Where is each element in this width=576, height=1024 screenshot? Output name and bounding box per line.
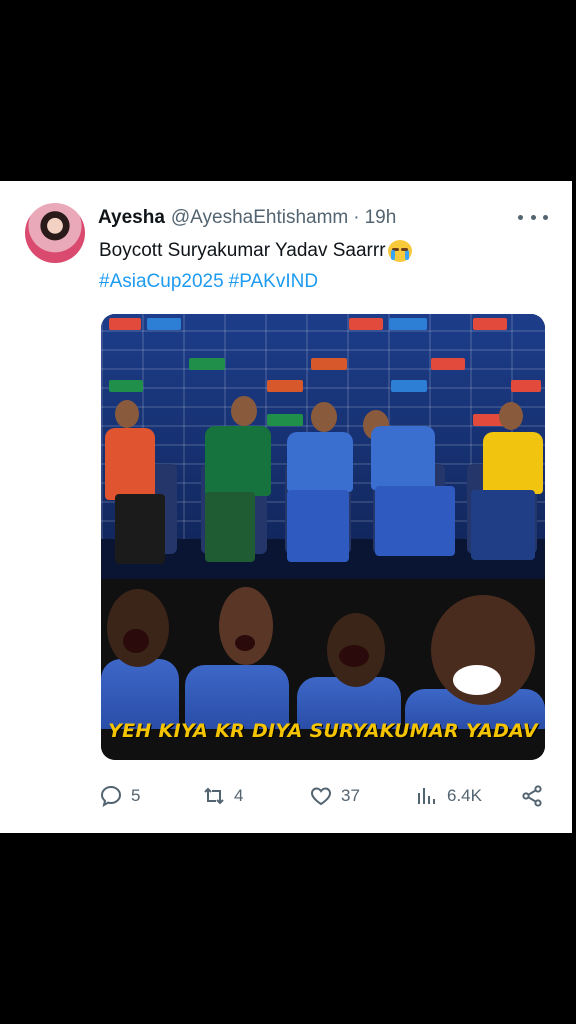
views-icon	[418, 788, 435, 804]
more-options-button[interactable]	[518, 209, 548, 225]
reply-button[interactable]: 5	[99, 781, 140, 811]
repost-icon	[204, 787, 224, 805]
view-count: 6.4K	[447, 786, 482, 805]
heart-icon	[311, 787, 331, 806]
tweet-header: Ayesha @AyeshaEhtishamm · 19h	[98, 207, 396, 231]
like-button[interactable]: 37	[309, 781, 360, 811]
crying-face-emoji	[387, 240, 412, 262]
tweet-card[interactable]: Ayesha @AyeshaEhtishamm · 19h Boycott Su…	[0, 181, 572, 833]
tweet-actions: 5 4 37 6.4K	[0, 781, 572, 811]
separator: ·	[353, 207, 360, 228]
meme-caption: YEH KIYA KR DIYA SURYAKUMAR YADAV	[108, 720, 538, 742]
more-horizontal-icon	[518, 214, 523, 220]
views-button[interactable]: 6.4K	[415, 781, 482, 811]
like-count: 37	[341, 786, 360, 805]
hashtag-asiacup2025[interactable]: #AsiaCup2025	[99, 271, 224, 292]
tweet-text-line: Boycott Suryakumar Yadav Saarrr	[99, 240, 412, 262]
timestamp[interactable]: 19h	[365, 207, 397, 229]
author-handle[interactable]: @AyeshaEhtishamm	[171, 207, 348, 229]
press-conference-photo	[101, 314, 545, 579]
reply-count: 5	[131, 786, 141, 805]
hashtags: #AsiaCup2025 #PAKvIND	[99, 271, 318, 293]
share-button[interactable]	[520, 781, 544, 811]
repost-button[interactable]: 4	[202, 781, 243, 811]
repost-count: 4	[234, 786, 244, 805]
reply-icon	[100, 785, 122, 808]
avatar[interactable]	[25, 203, 85, 263]
author-name[interactable]: Ayesha	[98, 207, 165, 229]
share-icon	[522, 785, 542, 807]
tweet-media-image[interactable]: YEH KIYA KR DIYA SURYAKUMAR YADAV	[101, 314, 545, 760]
hashtag-pakvind[interactable]: #PAKvIND	[229, 271, 318, 292]
tweet-text: Boycott Suryakumar Yadav Saarrr	[99, 240, 386, 261]
